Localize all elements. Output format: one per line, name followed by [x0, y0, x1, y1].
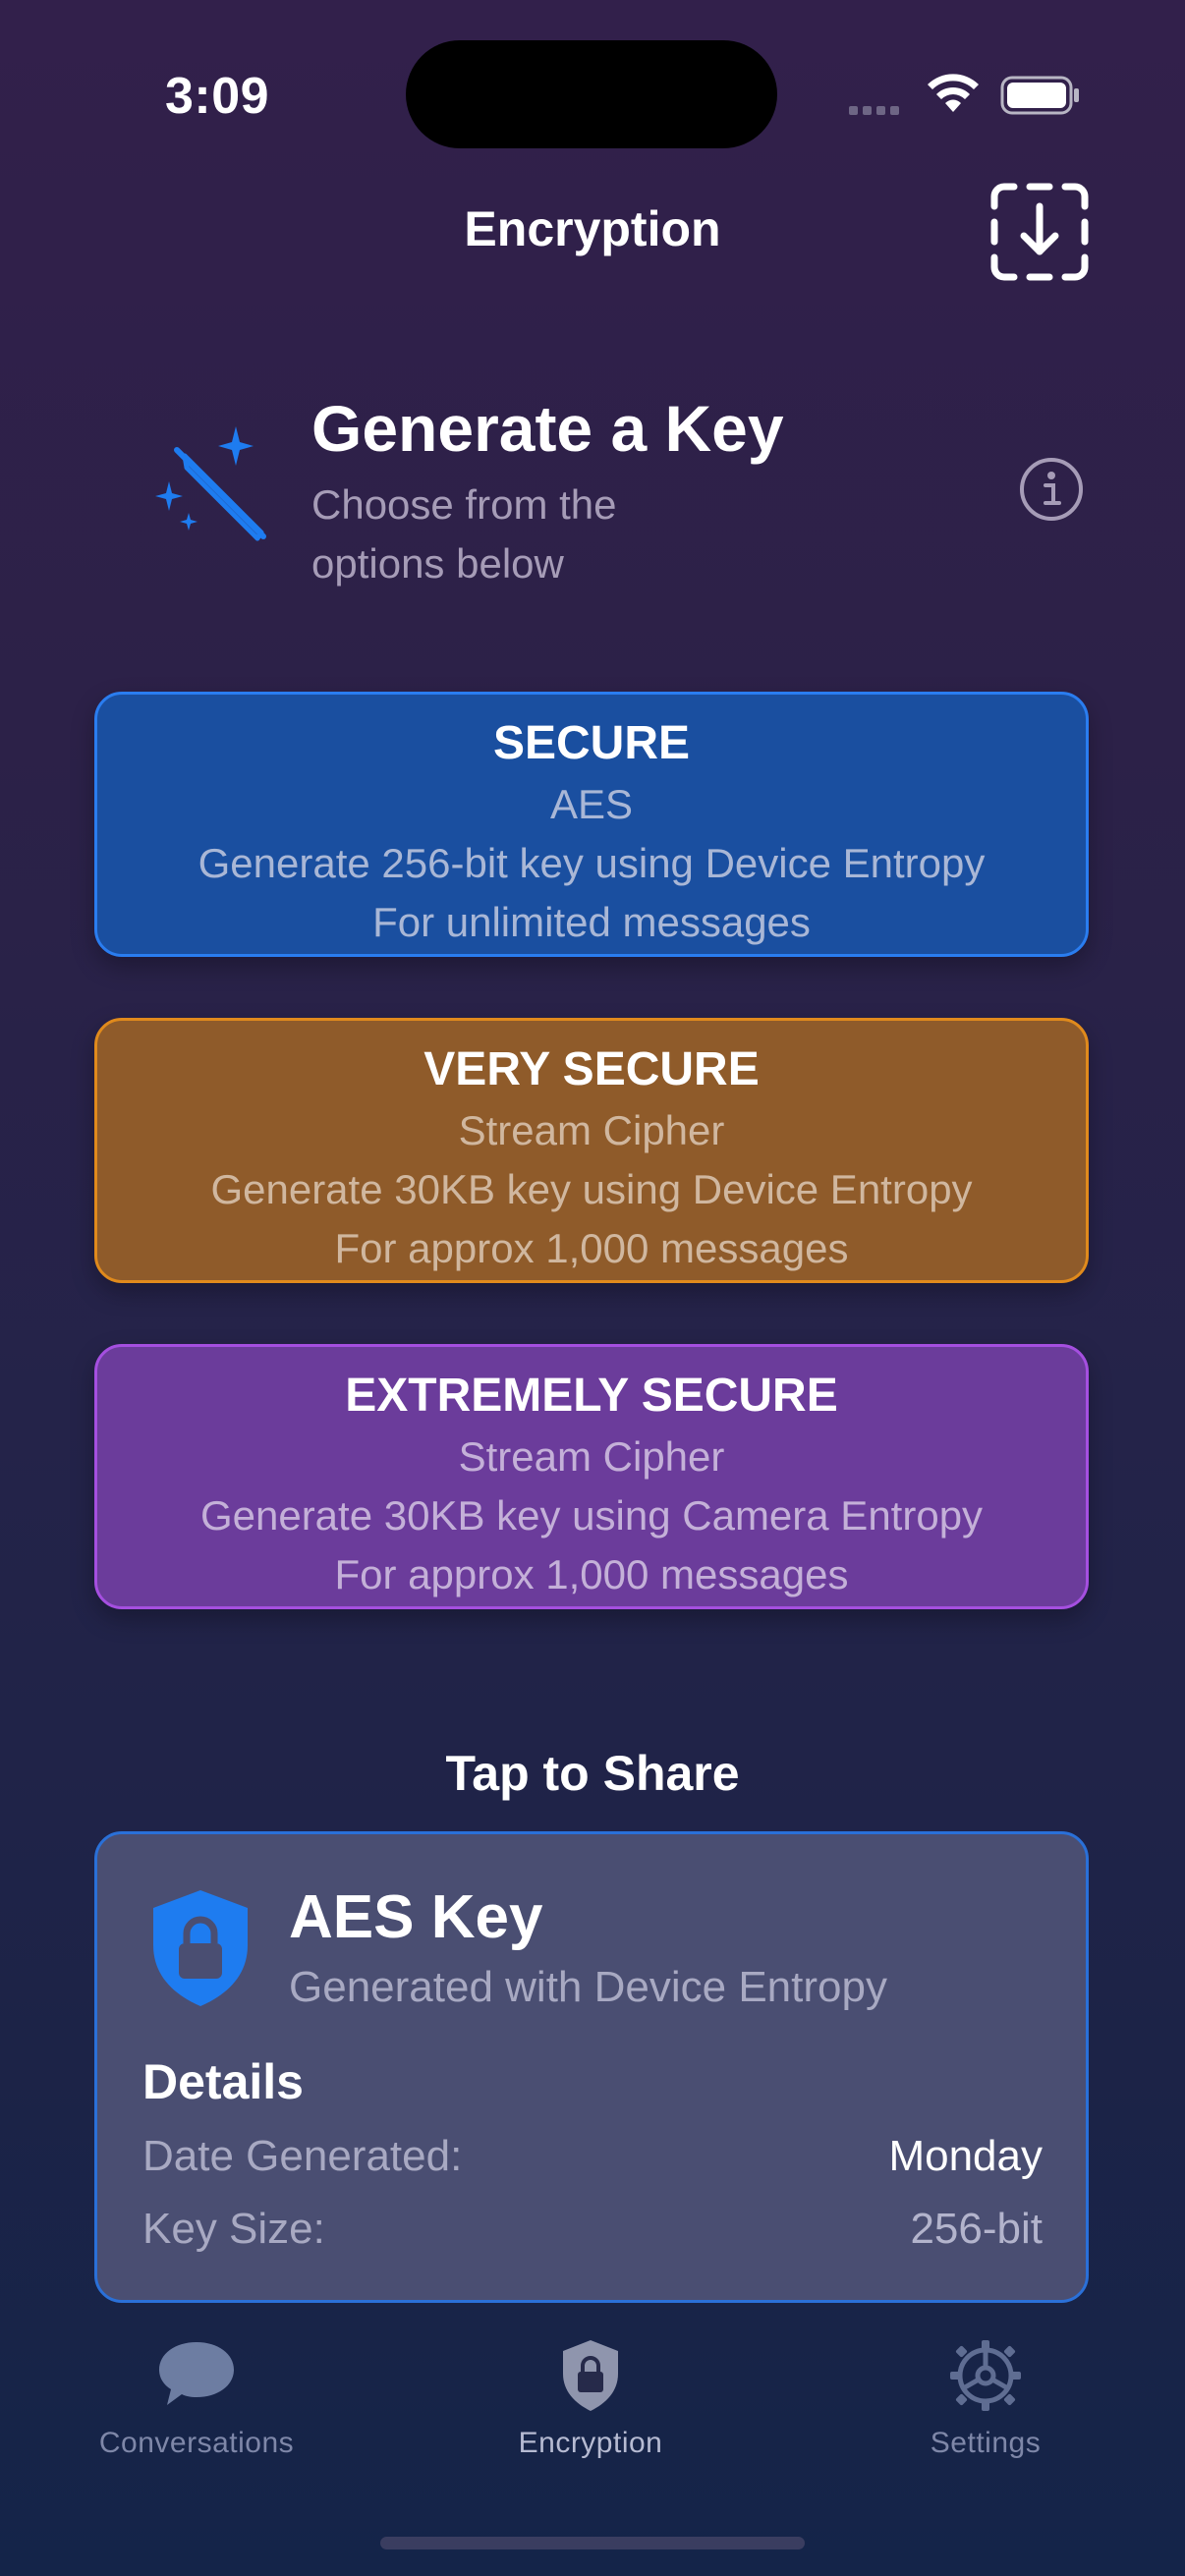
option-very-secure-card[interactable]: VERY SECURE Stream Cipher Generate 30KB … — [94, 1018, 1089, 1283]
key-subtitle: Generated with Device Entropy — [289, 1963, 887, 2011]
option-description: Generate 256-bit key using Device Entrop… — [198, 840, 986, 886]
gear-icon — [950, 2340, 1021, 2411]
cellular-signal-icon — [849, 102, 904, 120]
key-title: AES Key — [289, 1883, 543, 1951]
tab-conversations[interactable]: Conversations — [49, 2336, 344, 2460]
date-generated-label: Date Generated: — [142, 2132, 463, 2180]
tab-encryption[interactable]: Encryption — [443, 2336, 738, 2460]
key-size-label: Key Size: — [142, 2205, 325, 2253]
lock-shield-icon — [153, 1890, 248, 2006]
option-cipher: Stream Cipher — [458, 1107, 725, 1153]
import-key-button[interactable] — [988, 181, 1091, 283]
tab-label: Conversations — [98, 2427, 295, 2459]
lock-shield-icon — [563, 2340, 618, 2411]
option-capacity: For unlimited messages — [372, 899, 811, 945]
home-indicator[interactable] — [380, 2537, 805, 2549]
status-time: 3:09 — [165, 68, 270, 125]
share-heading: Tap to Share — [445, 1746, 740, 1801]
option-title: SECURE — [492, 717, 691, 769]
key-size-value: 256-bit — [910, 2205, 1043, 2253]
option-description: Generate 30KB key using Camera Entropy — [199, 1492, 984, 1539]
tab-settings[interactable]: Settings — [838, 2336, 1133, 2460]
option-secure-card[interactable]: SECURE AES Generate 256-bit key using De… — [94, 692, 1089, 957]
wand-and-stars-icon — [155, 426, 266, 541]
details-heading: Details — [142, 2054, 304, 2109]
generate-key-title: Generate a Key — [311, 392, 784, 465]
battery-icon — [1000, 76, 1079, 115]
option-cipher: AES — [549, 781, 634, 827]
option-capacity: For approx 1,000 messages — [334, 1551, 849, 1597]
generate-key-subtitle: Choose from the options below — [311, 481, 617, 587]
wifi-icon — [928, 74, 979, 112]
option-cipher: Stream Cipher — [458, 1433, 725, 1480]
date-generated-value: Monday — [888, 2132, 1043, 2180]
option-extremely-secure-card[interactable]: EXTREMELY SECURE Stream Cipher Generate … — [94, 1344, 1089, 1609]
tab-label: Encryption — [518, 2427, 663, 2459]
dynamic-island — [406, 40, 777, 148]
info-circle-icon[interactable] — [1018, 456, 1085, 523]
bubble-icon — [159, 2342, 234, 2405]
option-title: EXTREMELY SECURE — [345, 1370, 838, 1422]
option-capacity: For approx 1,000 messages — [334, 1225, 849, 1271]
option-description: Generate 30KB key using Device Entropy — [210, 1166, 973, 1212]
option-title: VERY SECURE — [423, 1043, 760, 1095]
tab-label: Settings — [930, 2427, 1042, 2459]
